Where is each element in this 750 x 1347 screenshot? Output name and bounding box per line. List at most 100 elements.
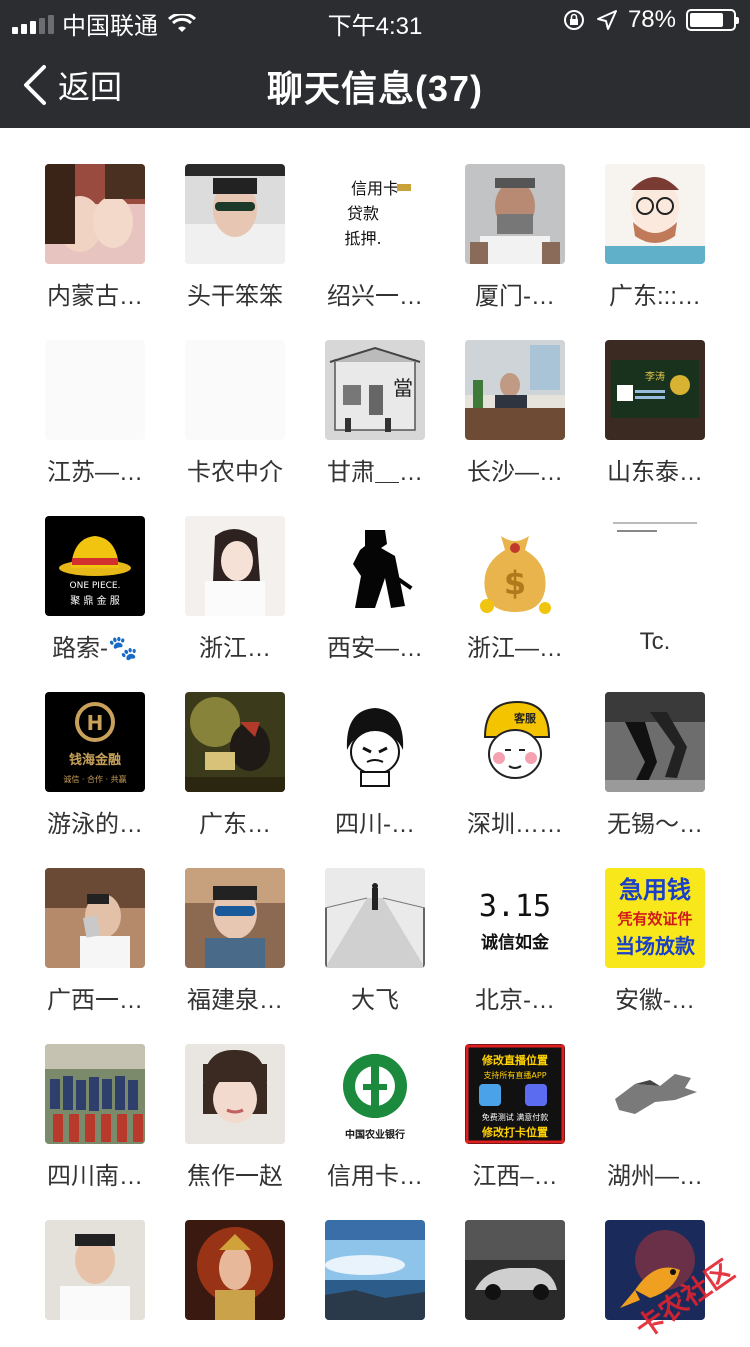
- svg-text:當: 當: [393, 376, 413, 400]
- svg-text:聚 鼎 金 服: 聚 鼎 金 服: [70, 594, 120, 607]
- member-avatar[interactable]: [185, 692, 285, 792]
- member-avatar[interactable]: [605, 516, 705, 616]
- member-item[interactable]: 焦作一赵: [165, 1044, 305, 1220]
- member-avatar[interactable]: [325, 1220, 425, 1320]
- member-item[interactable]: [25, 1220, 165, 1334]
- member-avatar[interactable]: [185, 1044, 285, 1144]
- member-item[interactable]: 长沙—…: [445, 340, 585, 516]
- member-avatar[interactable]: [45, 1044, 145, 1144]
- member-name: 江西–…: [472, 1163, 558, 1190]
- member-item[interactable]: 四川-…: [305, 692, 445, 868]
- member-item[interactable]: 急用钱 凭有效证件 当场放款安徽-…: [585, 868, 725, 1044]
- member-item[interactable]: [165, 1220, 305, 1334]
- member-avatar[interactable]: 當: [325, 340, 425, 440]
- member-avatar[interactable]: [605, 692, 705, 792]
- svg-text:ONE PIECE.: ONE PIECE.: [70, 581, 121, 591]
- member-item[interactable]: 卡农中介: [165, 340, 305, 516]
- member-avatar[interactable]: [185, 516, 285, 616]
- member-item[interactable]: 3.15 诚信如金北京-…: [445, 868, 585, 1044]
- member-item[interactable]: 头干笨笨: [165, 164, 305, 340]
- member-avatar[interactable]: $: [465, 516, 565, 616]
- member-avatar[interactable]: H 钱海金融 诚信 · 合作 · 共赢: [45, 692, 145, 792]
- member-item[interactable]: [445, 1220, 585, 1334]
- member-item[interactable]: $ 浙江—…: [445, 516, 585, 692]
- member-name: 广东:::…: [608, 283, 701, 310]
- orientation-lock-icon: [563, 10, 584, 30]
- member-avatar[interactable]: 急用钱 凭有效证件 当场放款: [605, 868, 705, 968]
- member-name: 卡农中介: [187, 459, 283, 486]
- member-grid: 内蒙古… 头干笨笨 信用卡 贷款 抵押. 绍兴一… 厦门-… 广东:::… 江苏—… 卡农中介當甘…: [25, 164, 725, 1334]
- member-item[interactable]: ONE PIECE. 聚 鼎 金 服路索-🐾: [25, 516, 165, 692]
- member-name: 长沙—…: [467, 459, 563, 486]
- svg-text:当场放款: 当场放款: [615, 934, 696, 958]
- member-avatar[interactable]: 客服: [465, 692, 565, 792]
- member-avatar[interactable]: 中国农业银行: [325, 1044, 425, 1144]
- status-bar: 中国联通 下午4:31 78%: [0, 0, 750, 40]
- svg-text:信用卡: 信用卡: [351, 179, 399, 198]
- member-item[interactable]: 大飞: [305, 868, 445, 1044]
- member-item[interactable]: 浙江…: [165, 516, 305, 692]
- member-item[interactable]: Tc.: [585, 516, 725, 692]
- member-name: 焦作一赵: [187, 1163, 283, 1190]
- member-avatar[interactable]: [605, 1044, 705, 1144]
- member-avatar[interactable]: 修改直播位置 支持所有直播APP 免费测试 满意付款 修改打卡位置: [465, 1044, 565, 1144]
- member-avatar[interactable]: [45, 868, 145, 968]
- member-item[interactable]: 西安—…: [305, 516, 445, 692]
- member-name: 广西一…: [47, 987, 143, 1014]
- member-name: Tc.: [639, 628, 671, 655]
- member-item[interactable]: 内蒙古…: [25, 164, 165, 340]
- member-avatar[interactable]: [45, 1220, 145, 1320]
- svg-text:H: H: [87, 711, 104, 735]
- svg-text:$: $: [504, 564, 526, 602]
- member-avatar[interactable]: [325, 868, 425, 968]
- member-avatar[interactable]: ONE PIECE. 聚 鼎 金 服: [45, 516, 145, 616]
- member-name: 北京-…: [475, 987, 555, 1014]
- member-avatar[interactable]: [45, 340, 145, 440]
- member-item[interactable]: H 钱海金融 诚信 · 合作 · 共赢游泳的…: [25, 692, 165, 868]
- member-avatar[interactable]: [465, 1220, 565, 1320]
- member-avatar[interactable]: [185, 340, 285, 440]
- member-item[interactable]: 客服深圳……: [445, 692, 585, 868]
- member-avatar[interactable]: 李涛: [605, 340, 705, 440]
- member-item[interactable]: 信用卡 贷款 抵押. 绍兴一…: [305, 164, 445, 340]
- member-avatar[interactable]: [465, 164, 565, 264]
- member-avatar[interactable]: [185, 164, 285, 264]
- member-avatar[interactable]: [185, 1220, 285, 1320]
- svg-text:抵押.: 抵押.: [344, 229, 381, 248]
- member-item[interactable]: 无锡～…: [585, 692, 725, 868]
- member-item[interactable]: 當甘肃＿…: [305, 340, 445, 516]
- location-arrow-icon: [596, 10, 617, 30]
- member-name: 安徽-…: [615, 987, 695, 1014]
- member-name: 广东…: [199, 811, 271, 838]
- member-item[interactable]: 李涛 山东泰…: [585, 340, 725, 516]
- member-item[interactable]: [305, 1220, 445, 1334]
- member-item[interactable]: 修改直播位置 支持所有直播APP 免费测试 满意付款 修改打卡位置江西–…: [445, 1044, 585, 1220]
- member-avatar[interactable]: 信用卡 贷款 抵押.: [325, 164, 425, 264]
- member-item[interactable]: 广西一…: [25, 868, 165, 1044]
- member-avatar[interactable]: [325, 692, 425, 792]
- member-item[interactable]: 四川南…: [25, 1044, 165, 1220]
- member-item[interactable]: 江苏—…: [25, 340, 165, 516]
- member-item[interactable]: 中国农业银行 信用卡…: [305, 1044, 445, 1220]
- member-name: 头干笨笨: [187, 283, 283, 310]
- member-avatar[interactable]: [45, 164, 145, 264]
- member-item[interactable]: 广东:::…: [585, 164, 725, 340]
- member-avatar[interactable]: 3.15 诚信如金: [465, 868, 565, 968]
- member-name: 大飞: [351, 987, 399, 1014]
- member-avatar[interactable]: [185, 868, 285, 968]
- member-avatar[interactable]: [605, 164, 705, 264]
- member-item[interactable]: 广东…: [165, 692, 305, 868]
- member-list[interactable]: 内蒙古… 头干笨笨 信用卡 贷款 抵押. 绍兴一… 厦门-… 广东:::… 江苏—… 卡农中介當甘…: [0, 128, 750, 1334]
- member-name: 路索-🐾: [52, 635, 138, 662]
- member-name: 深圳……: [467, 811, 563, 838]
- member-avatar[interactable]: [325, 516, 425, 616]
- member-item[interactable]: 湖州—…: [585, 1044, 725, 1220]
- svg-text:免费测试 满意付款: 免费测试 满意付款: [482, 1112, 549, 1122]
- member-avatar[interactable]: [465, 340, 565, 440]
- member-item[interactable]: 福建泉…: [165, 868, 305, 1044]
- svg-text:急用钱: 急用钱: [619, 876, 691, 904]
- member-name: 甘肃＿…: [327, 459, 423, 486]
- member-item[interactable]: 厦门-…: [445, 164, 585, 340]
- member-name: 内蒙古…: [47, 283, 143, 310]
- member-name: 游泳的…: [47, 811, 143, 838]
